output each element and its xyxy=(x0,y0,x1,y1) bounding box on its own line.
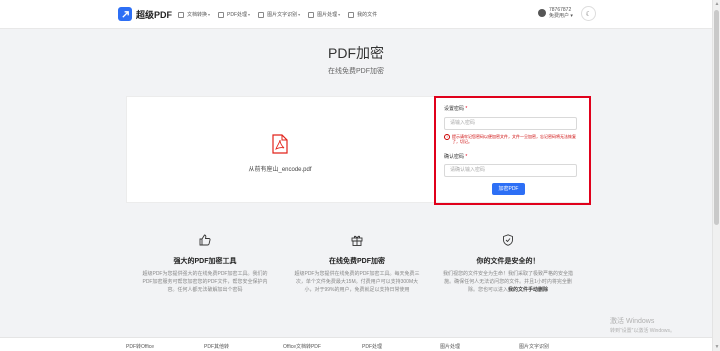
feature-title: 在线免费PDF加密 xyxy=(329,258,385,265)
password-form: 设置密码 * 请输入密码 ! 提示请牢记您密码以便加密文件，文件一旦加密，忘记密… xyxy=(434,96,591,205)
user-avatar-icon xyxy=(538,9,546,17)
scroll-thumb[interactable] xyxy=(714,10,719,225)
nav-item-pdf-process[interactable]: PDF处理 ▾ xyxy=(218,11,250,18)
encrypt-pdf-button[interactable]: 加密PDF xyxy=(492,183,525,195)
nav-item-doc-convert[interactable]: 文档转换 ▾ xyxy=(178,11,210,18)
set-password-input[interactable]: 请输入密码 xyxy=(444,117,577,130)
feature-title: 你的文件是安全的！ xyxy=(476,258,540,265)
chevron-down-icon: ▾ xyxy=(338,12,341,17)
page-scrollbar[interactable]: ▲ ▼ xyxy=(712,0,720,351)
pdf-icon xyxy=(218,11,225,18)
my-files-delete-link[interactable]: 我的文件手动删除 xyxy=(508,287,548,293)
theme-toggle-button[interactable]: ☾ xyxy=(581,6,596,21)
folder-icon xyxy=(348,11,355,18)
footer-link[interactable]: PDF转Office xyxy=(126,343,154,350)
logo[interactable]: 超级PDF xyxy=(118,7,172,21)
confirm-password-input[interactable]: 请确认输入密码 xyxy=(444,164,577,177)
windows-activation-watermark: 激活 Windows 转到“设置”以激活 Windows。 xyxy=(610,316,675,334)
scroll-up-arrow-icon[interactable]: ▲ xyxy=(714,1,720,7)
feature-title: 强大的PDF加密工具 xyxy=(173,258,237,265)
brand-name: 超级PDF xyxy=(136,9,173,20)
nav-label: 图片文字识别 xyxy=(267,12,298,18)
chevron-down-icon: ▾ xyxy=(570,13,573,19)
feature-secure: 你的文件是安全的！ 我们视您的文件安全为生命！我们采取了极致严格的安全措施。确保… xyxy=(443,234,573,294)
feature-free: 在线免费PDF加密 超级PDF为您提供在线免费的PDF加密工具。每天免费三次，单… xyxy=(292,234,422,294)
set-password-label: 设置密码 * xyxy=(444,106,468,112)
confirm-password-label: 确认密码 * xyxy=(444,154,468,160)
nav-item-ocr[interactable]: 图片文字识别 ▾ xyxy=(258,11,300,18)
encrypt-panel: 从前有座山_encode.pdf 设置密码 * 请输入密码 ! 提示请牢记您密码… xyxy=(126,96,591,205)
scroll-down-arrow-icon[interactable]: ▼ xyxy=(714,344,720,350)
document-icon xyxy=(178,11,184,18)
footer-link[interactable]: 图片文字识别 xyxy=(519,343,549,350)
feature-desc: 超级PDF为您提供强大的在线免费PDF加密工具。我们的PDF加密服务可帮您加密您… xyxy=(142,271,268,293)
feature-desc: 我们视您的文件安全为生命！我们采取了极致严格的安全措施。确保任何人无法访问您的文… xyxy=(443,271,574,293)
page-title: PDF加密 xyxy=(328,45,384,61)
chevron-down-icon: ▾ xyxy=(208,12,211,17)
image-icon xyxy=(308,11,315,18)
nav-item-image-process[interactable]: 图片处理 ▾ xyxy=(308,11,340,18)
nav-label: 图片处理 xyxy=(317,12,338,18)
pdf-file-icon xyxy=(272,134,288,154)
user-menu[interactable]: 78767872 免费用户 ▾ xyxy=(538,7,573,19)
footer-link[interactable]: PDF其他转 xyxy=(204,343,229,350)
footer-nav: PDF转Office PDF其他转 Office文档转PDF PDF处理 图片处… xyxy=(0,337,712,351)
nav-label: PDF处理 xyxy=(227,12,248,18)
chevron-down-icon: ▾ xyxy=(298,12,301,17)
watermark-line1: 激活 Windows xyxy=(610,318,655,325)
feature-desc: 超级PDF为您提供在线免费的PDF加密工具。每天免费三次，单个文件免费最大15M… xyxy=(294,271,420,293)
main-nav: 文档转换 ▾ PDF处理 ▾ 图片文字识别 ▾ 图片处理 ▾ 我的文件 xyxy=(178,0,385,29)
password-warning: ! 提示请牢记您密码以便加密文件，文件一旦加密，忘记密码将无法恢复了，切记。 xyxy=(444,134,579,144)
footer-link[interactable]: Office文档转PDF xyxy=(283,343,321,350)
ocr-icon xyxy=(258,11,265,18)
feature-powerful: 强大的PDF加密工具 超级PDF为您提供强大的在线免费PDF加密工具。我们的PD… xyxy=(140,234,270,294)
gift-icon xyxy=(351,235,363,246)
alert-icon: ! xyxy=(444,134,450,140)
watermark-line2: 转到“设置”以激活 Windows。 xyxy=(610,328,676,334)
nav-label: 文档转换 xyxy=(187,12,208,18)
page-subtitle: 在线免费PDF加密 xyxy=(328,68,384,75)
footer-link[interactable]: 图片处理 xyxy=(440,343,460,350)
moon-icon: ☾ xyxy=(585,10,592,18)
nav-label: 我的文件 xyxy=(357,12,378,18)
shield-check-icon xyxy=(503,234,513,246)
thumbs-up-icon xyxy=(199,234,211,246)
user-plan: 免费用户 ▾ xyxy=(549,13,573,19)
top-header: 超级PDF 文档转换 ▾ PDF处理 ▾ 图片文字识别 ▾ 图片处理 ▾ 我的文件 78… xyxy=(0,0,712,29)
footer-link[interactable]: PDF处理 xyxy=(362,343,382,350)
chevron-down-icon: ▾ xyxy=(248,12,251,17)
nav-item-my-files[interactable]: 我的文件 xyxy=(348,11,377,18)
file-name: 从前有座山_encode.pdf xyxy=(248,167,312,173)
logo-icon xyxy=(118,7,132,21)
